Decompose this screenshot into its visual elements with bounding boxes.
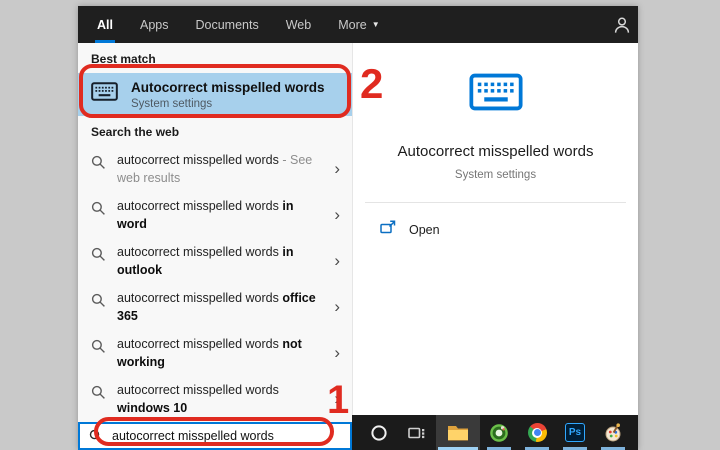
web-suggestion-item[interactable]: autocorrect misspelled words in word ›: [78, 192, 352, 238]
chrome-icon[interactable]: [518, 415, 556, 450]
search-input-value: autocorrect misspelled words: [112, 429, 274, 443]
chevron-right-icon[interactable]: ›: [334, 392, 344, 406]
web-suggestion-text: autocorrect misspelled words office 365: [117, 289, 317, 325]
cortana-icon[interactable]: [360, 415, 398, 450]
tab-apps[interactable]: Apps ▼: [140, 6, 169, 43]
web-suggestions-list: autocorrect misspelled words - See web r…: [78, 146, 352, 422]
search-web-section-label: Search the web: [78, 116, 352, 146]
search-icon: [91, 339, 106, 354]
best-match-subtitle: System settings: [131, 98, 325, 110]
web-suggestion-text: autocorrect misspelled words not working: [117, 335, 317, 371]
web-suggestion-text: autocorrect misspelled words in word: [117, 197, 317, 233]
search-content: Best match Autocorrect: [78, 43, 638, 450]
file-explorer-icon[interactable]: [436, 415, 480, 450]
keyboard-icon: [469, 73, 523, 116]
results-panel: Best match Autocorrect: [78, 43, 352, 450]
search-icon: [91, 385, 106, 400]
preview-title: Autocorrect misspelled words: [398, 143, 594, 160]
photoshop-icon[interactable]: Ps: [556, 415, 594, 450]
screenshot-canvas: All ▼ Apps ▼ Documents ▼ Web ▼ More ▼ Be…: [0, 0, 720, 450]
web-suggestion-text: autocorrect misspelled words - See web r…: [117, 151, 317, 187]
best-match-result[interactable]: Autocorrect misspelled words System sett…: [78, 73, 352, 116]
preview-subtitle: System settings: [455, 169, 536, 181]
search-icon: [91, 247, 106, 262]
search-icon: [91, 155, 106, 170]
tab-more[interactable]: More ▼: [338, 6, 379, 43]
tab-web[interactable]: Web ▼: [286, 6, 311, 43]
web-suggestion-item[interactable]: autocorrect misspelled words windows 10 …: [78, 376, 352, 422]
chevron-right-icon[interactable]: ›: [334, 254, 344, 268]
web-suggestion-text: autocorrect misspelled words in outlook: [117, 243, 317, 279]
best-match-title: Autocorrect misspelled words: [131, 79, 325, 96]
green-browser-icon[interactable]: [480, 415, 518, 450]
tab-bar: All ▼ Apps ▼ Documents ▼ Web ▼ More ▼: [78, 6, 380, 43]
chevron-right-icon[interactable]: ›: [334, 300, 344, 314]
account-person-icon[interactable]: [612, 15, 632, 35]
search-icon: [91, 293, 106, 308]
search-icon: [91, 201, 106, 216]
task-view-icon[interactable]: [398, 415, 436, 450]
web-suggestion-item[interactable]: autocorrect misspelled words not working…: [78, 330, 352, 376]
tab-label: Web: [286, 18, 311, 32]
open-action[interactable]: Open: [353, 203, 638, 239]
right-column: Autocorrect misspelled words System sett…: [352, 43, 638, 450]
preview-panel: Autocorrect misspelled words System sett…: [352, 43, 638, 415]
search-icon: [89, 429, 103, 443]
web-suggestion-text: autocorrect misspelled words windows 10: [117, 381, 317, 417]
web-suggestion-item[interactable]: autocorrect misspelled words in outlook …: [78, 238, 352, 284]
keyboard-icon: [91, 82, 118, 106]
search-input[interactable]: autocorrect misspelled words: [78, 422, 352, 450]
chevron-right-icon[interactable]: ›: [334, 208, 344, 222]
web-suggestion-item[interactable]: autocorrect misspelled words office 365 …: [78, 284, 352, 330]
windows-search-flyout: All ▼ Apps ▼ Documents ▼ Web ▼ More ▼ Be…: [78, 6, 638, 450]
search-filter-bar: All ▼ Apps ▼ Documents ▼ Web ▼ More ▼: [78, 6, 638, 43]
chevron-right-icon[interactable]: ›: [334, 162, 344, 176]
open-icon: [380, 220, 396, 239]
chevron-right-icon[interactable]: ›: [334, 346, 344, 360]
taskbar: Ps: [352, 415, 638, 450]
tab-label: Documents: [195, 18, 258, 32]
tab-documents[interactable]: Documents ▼: [195, 6, 258, 43]
tab-all[interactable]: All ▼: [97, 6, 113, 43]
chevron-down-icon: ▼: [372, 20, 380, 29]
tab-label: More: [338, 18, 366, 32]
paint-icon[interactable]: [594, 415, 632, 450]
tab-label: All: [97, 18, 113, 32]
open-action-label: Open: [409, 223, 440, 237]
tab-label: Apps: [140, 18, 169, 32]
web-suggestion-item[interactable]: autocorrect misspelled words - See web r…: [78, 146, 352, 192]
best-match-section-label: Best match: [78, 43, 352, 73]
